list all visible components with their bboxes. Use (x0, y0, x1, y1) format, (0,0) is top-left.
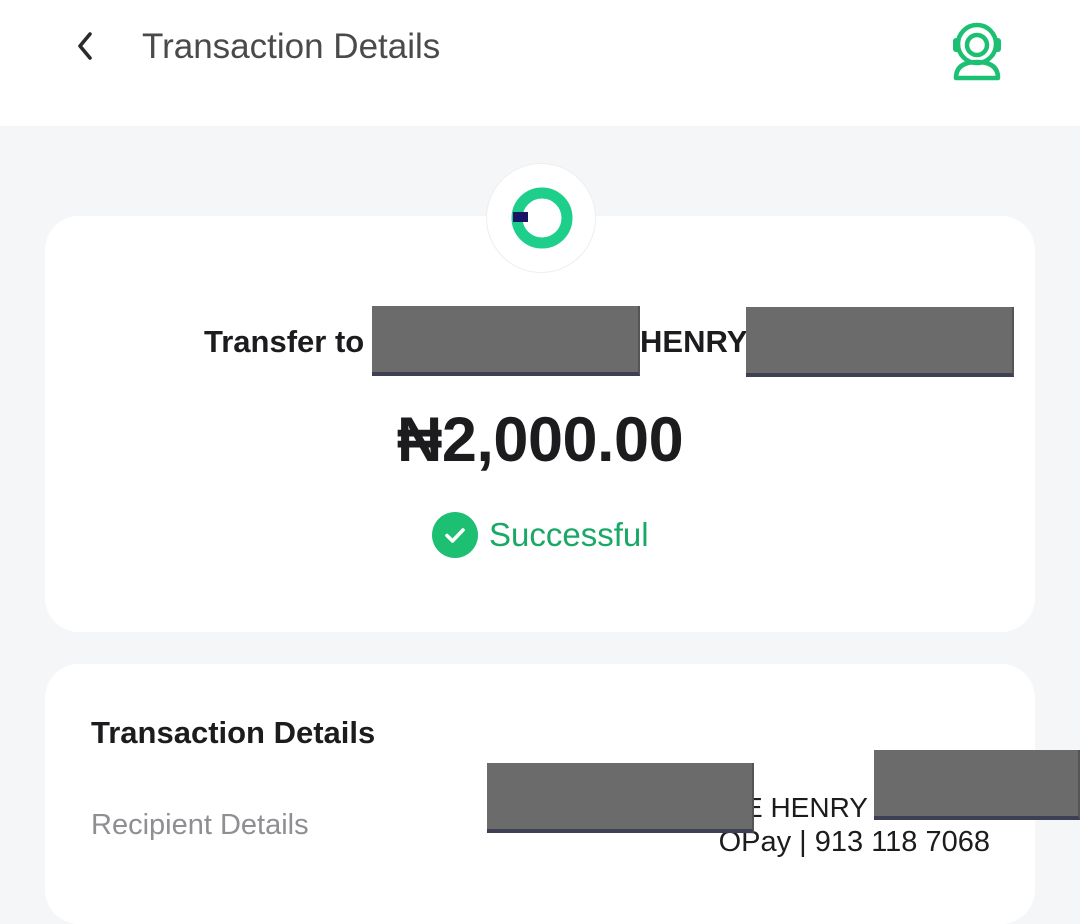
opay-logo-icon (511, 187, 573, 249)
recipient-name: E HENRY (744, 792, 868, 823)
recipient-details-label: Recipient Details (91, 809, 309, 841)
transfer-prefix: Transfer to (204, 324, 365, 359)
section-title: Transaction Details (91, 715, 376, 750)
status-badge: Successful (432, 512, 649, 558)
recipient-bank-account: OPay | 913 118 7068 (718, 826, 990, 858)
check-circle-icon (432, 512, 478, 558)
merchant-logo (486, 163, 596, 273)
redaction-block (746, 307, 1014, 377)
redaction-block (874, 750, 1080, 820)
status-text: Successful (489, 516, 649, 553)
page-title: Transaction Details (142, 27, 441, 66)
customer-support-button[interactable] (944, 18, 1010, 84)
customer-support-icon (953, 22, 1001, 81)
redaction-block (372, 306, 640, 376)
redaction-block (487, 763, 754, 833)
app-header: Transaction Details (0, 0, 1080, 126)
transaction-amount: ₦2,000.00 (396, 405, 684, 475)
chevron-left-icon (78, 32, 92, 60)
back-button[interactable] (62, 22, 110, 70)
transfer-recipient-name: HENRY (640, 324, 748, 359)
